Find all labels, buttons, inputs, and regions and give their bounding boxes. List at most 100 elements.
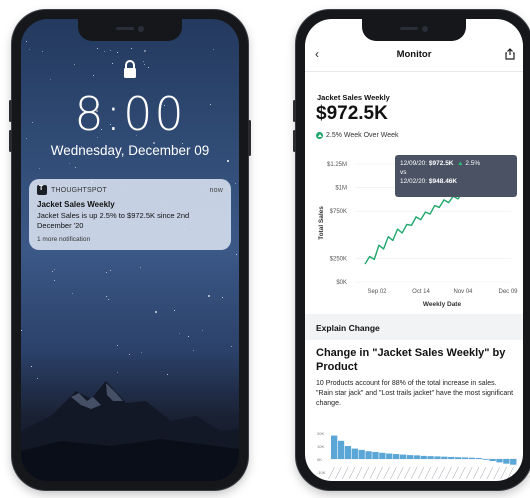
explain-change-label: Explain Change <box>316 323 380 333</box>
mini-x-tick-label <box>376 466 383 480</box>
mini-x-tick-label <box>500 466 507 480</box>
mini-x-tick-label <box>369 466 377 480</box>
star <box>213 49 214 50</box>
mini-y-tick-label: 10K <box>317 444 324 449</box>
mini-bar <box>441 456 448 459</box>
mini-bar <box>413 455 420 459</box>
star <box>117 345 118 346</box>
mini-bar <box>468 457 476 459</box>
star <box>140 267 141 268</box>
star <box>21 330 22 331</box>
mini-x-tick-label <box>348 466 356 480</box>
tooltip-date-2: 12/02/20: <box>400 178 428 185</box>
product-change-bar-chart[interactable]: 20K 10K 0K -10K <box>305 419 523 481</box>
y-tick-label: $1M <box>335 186 347 192</box>
mini-y-tick-label: -10K <box>317 470 326 475</box>
star <box>31 366 32 367</box>
notch <box>78 19 182 41</box>
share-icon[interactable] <box>505 48 515 60</box>
star <box>235 183 236 184</box>
star <box>141 352 142 353</box>
star <box>108 299 109 300</box>
mini-x-tick-label <box>397 466 404 480</box>
mini-x-tick-label <box>403 466 411 480</box>
mini-bar <box>365 451 372 459</box>
star <box>131 48 132 49</box>
volume-down-button <box>9 130 12 152</box>
star <box>97 48 98 49</box>
star <box>54 269 55 270</box>
mini-bar <box>475 457 482 459</box>
more-notifications-label[interactable]: 1 more notification <box>37 236 223 243</box>
star <box>106 296 107 297</box>
mini-x-tick-label <box>417 466 425 480</box>
x-tick-label: Oct 14 <box>412 289 430 295</box>
mini-bar <box>372 451 379 459</box>
star <box>112 63 113 64</box>
mini-bar <box>386 453 393 459</box>
mini-y-tick-label: 0K <box>317 457 322 462</box>
star <box>144 50 146 52</box>
star <box>222 297 223 298</box>
y-tick-label: $1.25M <box>327 162 347 168</box>
mini-bar <box>399 454 407 459</box>
mini-x-tick-label <box>452 466 459 480</box>
mini-bar <box>489 459 496 462</box>
chart-tooltip: 12/09/20: $972.5K ▲ 2.5% vs 12/02/20: $9… <box>395 155 517 197</box>
explain-title: Change in "Jacket Sales Weekly" by Produ… <box>316 347 506 373</box>
star <box>229 21 230 22</box>
star <box>74 64 75 65</box>
tooltip-pct: 2.5% <box>465 160 481 167</box>
mini-x-tick-label <box>479 466 487 480</box>
mini-x-tick-label <box>355 466 363 480</box>
tooltip-value-2: $948.46K <box>428 178 458 185</box>
kpi-value: $972.5K <box>316 103 388 124</box>
star <box>236 254 237 255</box>
trend-up-icon <box>316 132 323 139</box>
kpi-change-label: 2.5% Week Over Week <box>326 132 399 139</box>
star <box>208 295 210 297</box>
mini-x-tick-label <box>472 466 480 480</box>
mini-bar <box>337 440 345 459</box>
mini-bar <box>510 459 517 465</box>
notification-time: now <box>209 186 223 194</box>
volume-up-button <box>9 100 12 122</box>
star <box>117 52 118 53</box>
mini-bar <box>344 446 352 459</box>
power-button <box>248 120 251 156</box>
nav-bar: ‹ Monitor <box>305 45 523 67</box>
mini-x-tick-label <box>328 466 335 480</box>
mini-bar <box>503 459 510 464</box>
star <box>69 163 70 164</box>
star <box>174 310 175 311</box>
star <box>148 67 149 68</box>
mini-bar <box>427 456 434 459</box>
x-tick-label: Sep 02 <box>367 289 387 295</box>
notification-app-name: THOUGHTSPOT <box>51 186 107 194</box>
notification-card[interactable]: THOUGHTSPOT now Jacket Sales Weekly Jack… <box>29 179 231 250</box>
y-axis-label: Total Sales <box>318 206 325 240</box>
x-tick-label: Nov 04 <box>453 289 473 295</box>
mountain-silhouette <box>21 381 239 481</box>
star <box>93 75 94 76</box>
mini-bar <box>448 456 455 459</box>
mini-x-tick-label <box>362 466 370 480</box>
mini-x-tick-label <box>445 466 452 480</box>
phone-lock-screen: 8:00 Wednesday, December 09 THOUGHTSPOT … <box>9 10 251 490</box>
mini-bar <box>455 457 462 459</box>
mini-x-tick-label <box>493 466 501 480</box>
nav-divider <box>305 71 523 72</box>
mini-bar <box>406 455 414 459</box>
volume-up-button <box>293 100 296 122</box>
star <box>39 168 40 169</box>
star <box>72 293 73 294</box>
mini-bar <box>331 435 338 459</box>
phone-monitor-screen: ‹ Monitor Jacket Sales Weekly $972.5K 2.… <box>293 10 530 490</box>
star <box>29 49 30 50</box>
star <box>188 336 189 337</box>
star <box>75 167 76 168</box>
mini-x-tick-label <box>383 466 390 480</box>
mini-x-tick-label <box>424 466 432 480</box>
mini-x-tick-label <box>507 466 514 480</box>
mini-bar <box>393 454 400 459</box>
